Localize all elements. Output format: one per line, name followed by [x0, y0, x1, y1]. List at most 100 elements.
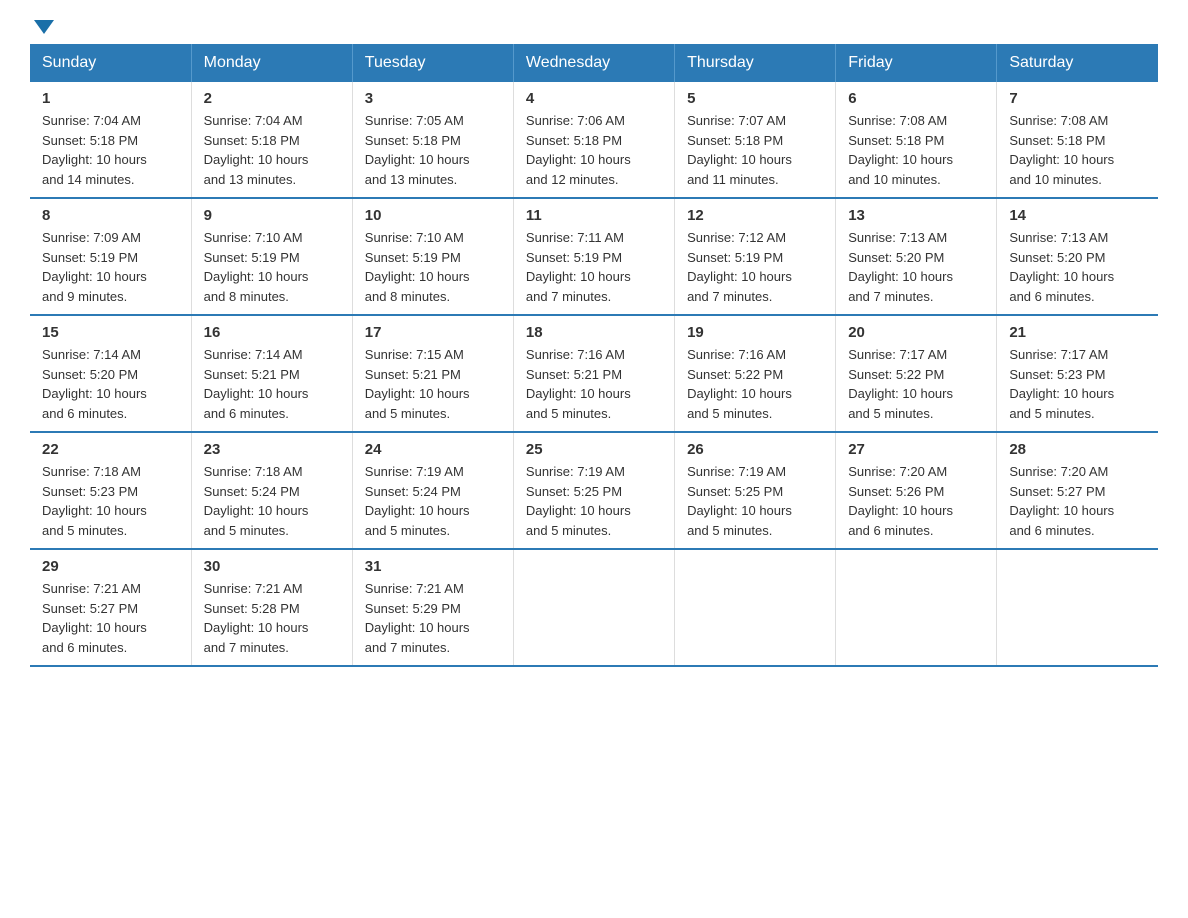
day-info: Sunrise: 7:21 AMSunset: 5:27 PMDaylight:… — [42, 579, 179, 657]
day-number: 8 — [42, 207, 179, 224]
day-info: Sunrise: 7:08 AMSunset: 5:18 PMDaylight:… — [1009, 111, 1146, 189]
calendar-cell: 5 Sunrise: 7:07 AMSunset: 5:18 PMDayligh… — [675, 82, 836, 198]
day-info: Sunrise: 7:10 AMSunset: 5:19 PMDaylight:… — [365, 228, 501, 306]
day-info: Sunrise: 7:21 AMSunset: 5:28 PMDaylight:… — [204, 579, 340, 657]
calendar-cell — [997, 549, 1158, 666]
calendar-cell: 13 Sunrise: 7:13 AMSunset: 5:20 PMDaylig… — [836, 198, 997, 315]
calendar-cell: 21 Sunrise: 7:17 AMSunset: 5:23 PMDaylig… — [997, 315, 1158, 432]
day-number: 14 — [1009, 207, 1146, 224]
calendar-cell: 19 Sunrise: 7:16 AMSunset: 5:22 PMDaylig… — [675, 315, 836, 432]
day-number: 24 — [365, 441, 501, 458]
weekday-header-wednesday: Wednesday — [513, 44, 674, 82]
day-info: Sunrise: 7:20 AMSunset: 5:26 PMDaylight:… — [848, 462, 984, 540]
day-number: 29 — [42, 558, 179, 575]
calendar-cell: 8 Sunrise: 7:09 AMSunset: 5:19 PMDayligh… — [30, 198, 191, 315]
day-info: Sunrise: 7:17 AMSunset: 5:23 PMDaylight:… — [1009, 345, 1146, 423]
day-number: 28 — [1009, 441, 1146, 458]
week-row-2: 8 Sunrise: 7:09 AMSunset: 5:19 PMDayligh… — [30, 198, 1158, 315]
day-number: 3 — [365, 90, 501, 107]
day-number: 5 — [687, 90, 823, 107]
day-info: Sunrise: 7:16 AMSunset: 5:21 PMDaylight:… — [526, 345, 662, 423]
day-number: 22 — [42, 441, 179, 458]
day-number: 26 — [687, 441, 823, 458]
day-info: Sunrise: 7:18 AMSunset: 5:23 PMDaylight:… — [42, 462, 179, 540]
calendar-cell: 6 Sunrise: 7:08 AMSunset: 5:18 PMDayligh… — [836, 82, 997, 198]
day-number: 6 — [848, 90, 984, 107]
calendar-cell: 30 Sunrise: 7:21 AMSunset: 5:28 PMDaylig… — [191, 549, 352, 666]
day-info: Sunrise: 7:08 AMSunset: 5:18 PMDaylight:… — [848, 111, 984, 189]
calendar-cell: 20 Sunrise: 7:17 AMSunset: 5:22 PMDaylig… — [836, 315, 997, 432]
calendar-cell: 22 Sunrise: 7:18 AMSunset: 5:23 PMDaylig… — [30, 432, 191, 549]
calendar-cell: 2 Sunrise: 7:04 AMSunset: 5:18 PMDayligh… — [191, 82, 352, 198]
day-info: Sunrise: 7:06 AMSunset: 5:18 PMDaylight:… — [526, 111, 662, 189]
calendar-cell: 9 Sunrise: 7:10 AMSunset: 5:19 PMDayligh… — [191, 198, 352, 315]
weekday-header-sunday: Sunday — [30, 44, 191, 82]
calendar-table: SundayMondayTuesdayWednesdayThursdayFrid… — [30, 44, 1158, 667]
day-number: 10 — [365, 207, 501, 224]
calendar-cell: 26 Sunrise: 7:19 AMSunset: 5:25 PMDaylig… — [675, 432, 836, 549]
calendar-cell: 14 Sunrise: 7:13 AMSunset: 5:20 PMDaylig… — [997, 198, 1158, 315]
day-number: 31 — [365, 558, 501, 575]
day-info: Sunrise: 7:20 AMSunset: 5:27 PMDaylight:… — [1009, 462, 1146, 540]
day-info: Sunrise: 7:04 AMSunset: 5:18 PMDaylight:… — [204, 111, 340, 189]
calendar-cell — [513, 549, 674, 666]
week-row-3: 15 Sunrise: 7:14 AMSunset: 5:20 PMDaylig… — [30, 315, 1158, 432]
day-info: Sunrise: 7:16 AMSunset: 5:22 PMDaylight:… — [687, 345, 823, 423]
calendar-cell: 3 Sunrise: 7:05 AMSunset: 5:18 PMDayligh… — [352, 82, 513, 198]
calendar-cell: 18 Sunrise: 7:16 AMSunset: 5:21 PMDaylig… — [513, 315, 674, 432]
calendar-cell: 29 Sunrise: 7:21 AMSunset: 5:27 PMDaylig… — [30, 549, 191, 666]
day-info: Sunrise: 7:12 AMSunset: 5:19 PMDaylight:… — [687, 228, 823, 306]
weekday-header-thursday: Thursday — [675, 44, 836, 82]
day-info: Sunrise: 7:10 AMSunset: 5:19 PMDaylight:… — [204, 228, 340, 306]
weekday-header-saturday: Saturday — [997, 44, 1158, 82]
day-info: Sunrise: 7:19 AMSunset: 5:25 PMDaylight:… — [687, 462, 823, 540]
day-info: Sunrise: 7:14 AMSunset: 5:21 PMDaylight:… — [204, 345, 340, 423]
week-row-4: 22 Sunrise: 7:18 AMSunset: 5:23 PMDaylig… — [30, 432, 1158, 549]
day-number: 13 — [848, 207, 984, 224]
day-info: Sunrise: 7:18 AMSunset: 5:24 PMDaylight:… — [204, 462, 340, 540]
day-number: 20 — [848, 324, 984, 341]
day-info: Sunrise: 7:11 AMSunset: 5:19 PMDaylight:… — [526, 228, 662, 306]
calendar-cell: 11 Sunrise: 7:11 AMSunset: 5:19 PMDaylig… — [513, 198, 674, 315]
day-number: 15 — [42, 324, 179, 341]
calendar-cell: 17 Sunrise: 7:15 AMSunset: 5:21 PMDaylig… — [352, 315, 513, 432]
calendar-cell: 28 Sunrise: 7:20 AMSunset: 5:27 PMDaylig… — [997, 432, 1158, 549]
calendar-cell — [836, 549, 997, 666]
day-number: 21 — [1009, 324, 1146, 341]
day-info: Sunrise: 7:07 AMSunset: 5:18 PMDaylight:… — [687, 111, 823, 189]
calendar-cell: 31 Sunrise: 7:21 AMSunset: 5:29 PMDaylig… — [352, 549, 513, 666]
weekday-header-monday: Monday — [191, 44, 352, 82]
day-number: 12 — [687, 207, 823, 224]
calendar-cell — [675, 549, 836, 666]
day-info: Sunrise: 7:14 AMSunset: 5:20 PMDaylight:… — [42, 345, 179, 423]
calendar-cell: 24 Sunrise: 7:19 AMSunset: 5:24 PMDaylig… — [352, 432, 513, 549]
calendar-cell: 7 Sunrise: 7:08 AMSunset: 5:18 PMDayligh… — [997, 82, 1158, 198]
day-info: Sunrise: 7:19 AMSunset: 5:25 PMDaylight:… — [526, 462, 662, 540]
logo-general-text — [30, 20, 54, 32]
day-number: 16 — [204, 324, 340, 341]
weekday-header-tuesday: Tuesday — [352, 44, 513, 82]
day-number: 2 — [204, 90, 340, 107]
day-number: 7 — [1009, 90, 1146, 107]
calendar-cell: 25 Sunrise: 7:19 AMSunset: 5:25 PMDaylig… — [513, 432, 674, 549]
day-info: Sunrise: 7:05 AMSunset: 5:18 PMDaylight:… — [365, 111, 501, 189]
day-info: Sunrise: 7:19 AMSunset: 5:24 PMDaylight:… — [365, 462, 501, 540]
day-number: 30 — [204, 558, 340, 575]
day-info: Sunrise: 7:13 AMSunset: 5:20 PMDaylight:… — [1009, 228, 1146, 306]
day-info: Sunrise: 7:15 AMSunset: 5:21 PMDaylight:… — [365, 345, 501, 423]
calendar-cell: 1 Sunrise: 7:04 AMSunset: 5:18 PMDayligh… — [30, 82, 191, 198]
logo-arrow-icon — [34, 20, 54, 34]
page-header — [30, 20, 1158, 28]
day-number: 18 — [526, 324, 662, 341]
weekday-header-row: SundayMondayTuesdayWednesdayThursdayFrid… — [30, 44, 1158, 82]
weekday-header-friday: Friday — [836, 44, 997, 82]
week-row-1: 1 Sunrise: 7:04 AMSunset: 5:18 PMDayligh… — [30, 82, 1158, 198]
calendar-cell: 4 Sunrise: 7:06 AMSunset: 5:18 PMDayligh… — [513, 82, 674, 198]
day-number: 11 — [526, 207, 662, 224]
day-number: 17 — [365, 324, 501, 341]
day-number: 1 — [42, 90, 179, 107]
calendar-cell: 16 Sunrise: 7:14 AMSunset: 5:21 PMDaylig… — [191, 315, 352, 432]
day-number: 4 — [526, 90, 662, 107]
day-info: Sunrise: 7:13 AMSunset: 5:20 PMDaylight:… — [848, 228, 984, 306]
day-number: 19 — [687, 324, 823, 341]
